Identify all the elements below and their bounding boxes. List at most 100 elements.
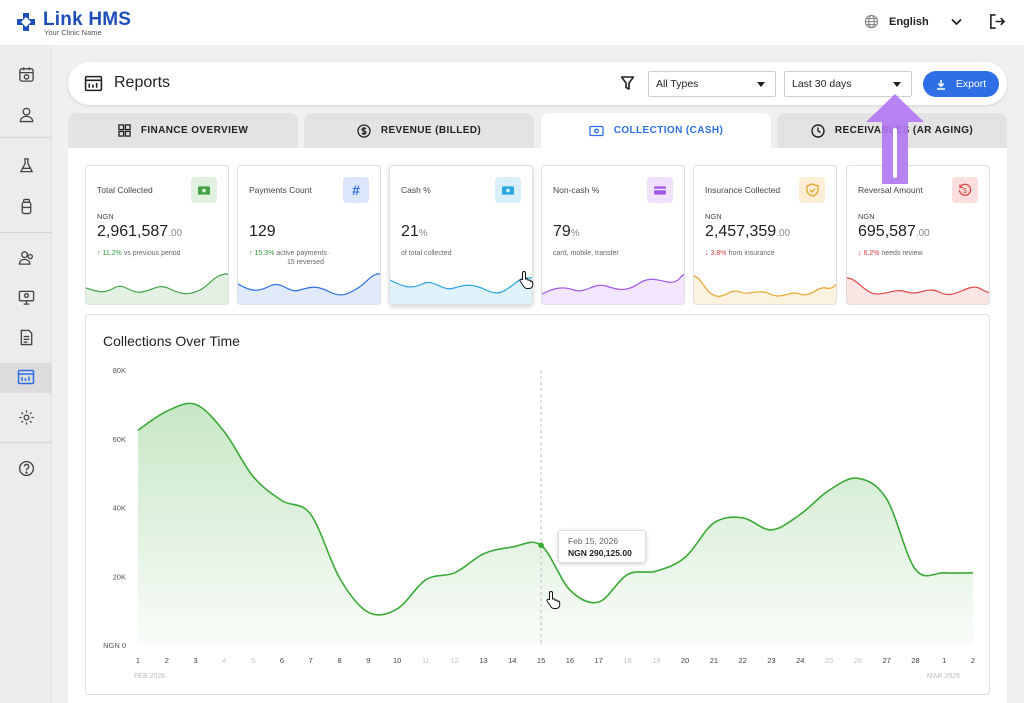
top-bar: Link HMS Your Clinic Name English <box>0 0 1024 45</box>
monitor-icon[interactable] <box>16 287 36 307</box>
x-tick-label: 22 <box>738 656 746 665</box>
collections-chart-card: Collections Over Time NGN 0 20K 40K 60K 80K 1… <box>85 314 990 695</box>
app-tagline: Your Clinic Name <box>44 28 102 37</box>
svg-text:$: $ <box>963 188 967 195</box>
kpi-sparkline <box>694 275 836 304</box>
tooltip-value: NGN 290,125.00 <box>568 548 632 558</box>
x-tick-label: 27 <box>882 656 890 665</box>
language-selector[interactable]: English <box>864 14 962 29</box>
filter-icon[interactable] <box>621 76 634 90</box>
page-title: Reports <box>114 74 171 91</box>
x-group-label: FEB 2026 <box>134 673 165 680</box>
x-tick-label: 1 <box>942 656 946 665</box>
x-tick-label: 28 <box>911 656 919 665</box>
kpi-value: 129 <box>249 223 276 240</box>
kpi-label: Non-cash % <box>553 185 600 195</box>
chart-tooltip: Feb 15, 2026 NGN 290,125.00 <box>558 530 646 563</box>
app-logo[interactable]: Link HMS Your Clinic Name <box>16 10 131 37</box>
tab-collection-cash[interactable]: COLLECTION (CASH) <box>541 113 771 148</box>
dashboard-icon <box>118 124 131 137</box>
export-button[interactable]: Export <box>923 71 999 97</box>
x-tick-label: 3 <box>194 656 198 665</box>
y-tick-label: 20K <box>113 572 126 581</box>
hash-icon: # <box>343 177 369 203</box>
type-filter-select[interactable]: All Types <box>648 71 776 97</box>
kpi-note: card, mobile, transfer <box>553 250 619 257</box>
settings-icon[interactable] <box>16 407 36 427</box>
flask-icon[interactable] <box>16 155 36 175</box>
x-tick-label: 6 <box>280 656 284 665</box>
x-tick-label: 23 <box>767 656 775 665</box>
kpi-sparkline <box>542 273 684 304</box>
tab-finance-overview[interactable]: FINANCE OVERVIEW <box>68 113 298 148</box>
kpi-card-noncash-percent[interactable]: Non-cash % 79% card, mobile, transfer <box>541 165 685 305</box>
x-tick-label: 9 <box>366 656 370 665</box>
kpi-card-insurance-collected[interactable]: Insurance Collected NGN 2,457,359.00 ↓ 3… <box>693 165 837 305</box>
x-tick-label: 20 <box>681 656 689 665</box>
cash-icon <box>495 177 521 203</box>
sidebar-divider <box>0 442 52 443</box>
x-tick-label: 24 <box>796 656 804 665</box>
kpi-change: ↓ 6.2% needs review <box>858 250 923 257</box>
cross-logo-icon <box>17 13 35 31</box>
chevron-down-icon <box>951 18 962 25</box>
clock-icon <box>811 123 825 138</box>
kpi-change: ↑ 11.2% vs previous period <box>97 250 181 257</box>
x-tick-label: 2 <box>971 656 975 665</box>
x-tick-label: 5 <box>251 656 255 665</box>
kpi-value: 2,961,587.00 <box>97 223 183 240</box>
language-label: English <box>889 15 929 28</box>
kpi-card-total-collected[interactable]: Total Collected NGN 2,961,587.00 ↑ 11.2%… <box>85 165 229 305</box>
kpi-change: ↓ 3.8% from insurance <box>705 250 775 257</box>
x-tick-label: 8 <box>337 656 341 665</box>
logout-icon[interactable] <box>989 13 1006 30</box>
users-icon[interactable] <box>16 247 36 267</box>
x-tick-label: 15 <box>537 656 545 665</box>
y-tick-label: 40K <box>113 504 126 513</box>
x-tick-label: 1 <box>136 656 140 665</box>
kpi-currency: NGN <box>705 212 722 221</box>
help-icon[interactable] <box>16 458 36 478</box>
x-tick-label: 11 <box>422 656 430 665</box>
kpi-label: Total Collected <box>97 185 153 195</box>
reports-icon[interactable] <box>16 367 36 387</box>
kpi-value: 2,457,359.00 <box>705 223 791 240</box>
kpi-note: of total collected <box>401 250 452 257</box>
kpi-value: 21% <box>401 223 428 240</box>
collections-area-chart[interactable]: NGN 020K40K60K80K1 2 3 4 5 6 7 8 9 10 11 12 13 14 15 16… <box>86 315 991 696</box>
kpi-card-payments-count[interactable]: Payments Count # 129 ↑ 15.3% active paym… <box>237 165 381 305</box>
hand-cursor-icon <box>519 270 534 289</box>
kpi-change: ↑ 15.3% active payments · 15 reversed <box>249 250 332 266</box>
x-tick-label: 19 <box>652 656 660 665</box>
caret-down-icon <box>757 82 765 87</box>
tab-label: REVENUE (BILLED) <box>380 125 482 136</box>
download-icon <box>936 79 945 90</box>
dollar-circle-icon <box>357 123 371 138</box>
cash-icon <box>589 125 604 136</box>
y-tick-label: 80K <box>113 366 126 375</box>
x-tick-label: 13 <box>479 656 487 665</box>
y-tick-label: NGN 0 <box>103 641 126 650</box>
calendar-icon[interactable] <box>16 64 36 84</box>
hand-cursor-icon <box>546 590 561 609</box>
export-label: Export <box>955 78 987 90</box>
sidebar <box>0 45 52 703</box>
tab-revenue-billed[interactable]: REVENUE (BILLED) <box>304 113 534 148</box>
caret-down-icon <box>893 82 901 87</box>
card-icon <box>647 177 673 203</box>
kpi-currency: NGN <box>97 212 114 221</box>
user-icon[interactable] <box>16 104 36 124</box>
type-filter-value: All Types <box>656 78 699 90</box>
x-group-label: MAR 2026 <box>927 673 960 680</box>
reports-icon <box>84 75 103 92</box>
kpi-value: 79% <box>553 223 580 240</box>
kpi-label: Insurance Collected <box>705 185 781 195</box>
bottle-icon[interactable] <box>16 196 36 216</box>
kpi-card-cash-percent[interactable]: Cash % 21% of total collected <box>389 165 533 305</box>
date-range-value: Last 30 days <box>792 78 852 90</box>
kpi-label: Payments Count <box>249 185 312 195</box>
document-icon[interactable] <box>16 327 36 347</box>
x-tick-label: 21 <box>710 656 718 665</box>
kpi-sparkline <box>847 277 989 304</box>
kpi-sparkline <box>86 273 228 304</box>
